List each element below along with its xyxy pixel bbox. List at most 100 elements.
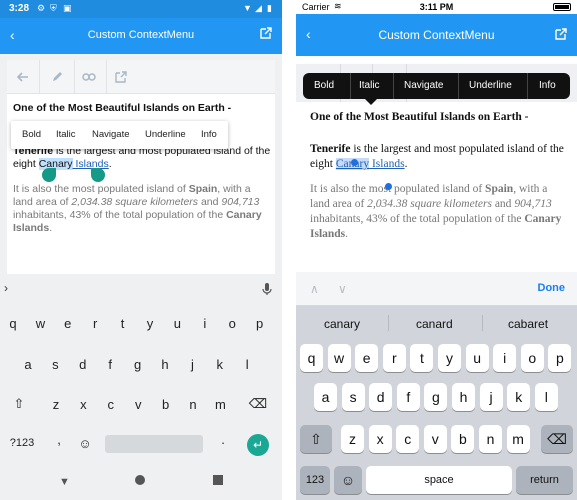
key-h[interactable]: h [155,357,175,372]
return-key[interactable]: return [516,466,573,494]
key-u[interactable]: u [465,344,489,372]
shift-key-icon[interactable]: ⇧ [9,396,29,412]
period-key[interactable]: . [216,432,230,447]
key-w[interactable]: w [327,344,351,372]
key-u[interactable]: u [167,316,187,331]
chevron-up-icon[interactable]: ∧ [310,282,319,296]
key-a[interactable]: a [18,357,38,372]
key-n[interactable]: n [479,425,502,453]
key-l[interactable]: l [534,383,558,411]
shift-key-icon[interactable]: ⇧ [300,425,332,453]
link-icon[interactable] [79,67,99,87]
key-r[interactable]: r [382,344,406,372]
numbers-key[interactable]: 123 [300,466,330,494]
selection-handle-start[interactable] [42,168,56,182]
key-r[interactable]: r [85,316,105,331]
open-external-icon[interactable] [259,26,273,40]
key-c[interactable]: c [101,397,121,412]
key-v[interactable]: v [128,397,148,412]
key-y[interactable]: y [140,316,160,331]
key-f[interactable]: f [396,383,420,411]
menu-item-underline[interactable]: Underline [145,129,186,140]
symbols-key[interactable]: ?123 [5,437,39,449]
emoji-icon[interactable]: ☺ [76,436,94,451]
menu-item-underline[interactable]: Underline [469,80,512,91]
key-b[interactable]: b [451,425,475,453]
key-a[interactable]: a [314,383,337,411]
key-y[interactable]: y [438,344,461,372]
enter-key[interactable]: ↵ [247,434,269,456]
key-e[interactable]: e [355,344,379,372]
key-e[interactable]: e [58,316,78,331]
chevron-down-icon[interactable]: ∨ [338,282,347,296]
open-external-icon[interactable] [554,27,568,41]
selection-handle-end[interactable] [385,183,392,190]
rich-text-editor[interactable]: One of the Most Beautiful Islands on Ear… [7,60,275,274]
menu-item-bold[interactable]: Bold [22,129,41,140]
key-d[interactable]: d [369,383,393,411]
key-z[interactable]: z [341,425,364,453]
key-q[interactable]: q [300,344,323,372]
menu-item-info[interactable]: Info [539,80,556,91]
expand-icon[interactable]: › [4,281,8,295]
key-g[interactable]: g [128,357,148,372]
key-z[interactable]: z [46,397,66,412]
backspace-key-icon[interactable]: ⌫ [248,396,268,412]
space-bar[interactable]: space [366,466,512,494]
key-i[interactable]: i [195,316,215,331]
menu-item-italic[interactable]: Italic [359,80,380,91]
key-x[interactable]: x [368,425,392,453]
key-j[interactable]: j [479,383,503,411]
key-p[interactable]: p [548,344,572,372]
key-i[interactable]: i [493,344,517,372]
menu-item-italic[interactable]: Italic [56,129,76,140]
key-s[interactable]: s [45,357,65,372]
key-k[interactable]: k [507,383,531,411]
key-t[interactable]: t [113,316,133,331]
key-x[interactable]: x [73,397,93,412]
pencil-icon[interactable] [47,67,67,87]
recents-nav-icon[interactable] [213,475,223,485]
key-t[interactable]: t [410,344,434,372]
key-d[interactable]: d [73,357,93,372]
key-m[interactable]: m [210,397,230,412]
key-f[interactable]: f [100,357,120,372]
key-h[interactable]: h [452,383,475,411]
key-w[interactable]: w [30,316,50,331]
selection-handle-start[interactable] [351,159,358,166]
key-o[interactable]: o [520,344,544,372]
menu-item-info[interactable]: Info [201,129,217,140]
space-bar[interactable] [105,435,203,453]
microphone-icon[interactable] [262,282,272,296]
key-k[interactable]: k [210,357,230,372]
key-l[interactable]: l [237,357,257,372]
document-content[interactable]: One of the Most Beautiful Islands on Ear… [310,110,566,242]
back-arrow-icon[interactable] [13,67,33,87]
prediction-2[interactable]: canard [416,317,453,331]
key-p[interactable]: p [250,316,270,331]
key-b[interactable]: b [156,397,176,412]
done-button[interactable]: Done [538,282,566,294]
key-m[interactable]: m [506,425,530,453]
backspace-key-icon[interactable]: ⌫ [541,425,573,453]
menu-item-navigate[interactable]: Navigate [404,80,443,91]
prediction-1[interactable]: canary [324,317,360,331]
menu-item-navigate[interactable]: Navigate [92,129,130,140]
key-g[interactable]: g [424,383,448,411]
key-q[interactable]: q [3,316,23,331]
key-o[interactable]: o [222,316,242,331]
key-n[interactable]: n [183,397,203,412]
emoji-icon[interactable]: ☺ [334,466,362,494]
selection-handle-end[interactable] [91,168,105,182]
key-s[interactable]: s [341,383,365,411]
key-j[interactable]: j [182,357,202,372]
prediction-3[interactable]: cabaret [508,317,548,331]
open-external-icon[interactable] [111,67,131,87]
hyperlink[interactable]: Islands [369,158,405,170]
menu-item-bold[interactable]: Bold [314,80,334,91]
back-nav-icon[interactable]: ▼ [59,476,70,488]
home-nav-icon[interactable] [135,475,145,485]
key-v[interactable]: v [423,425,447,453]
comma-key[interactable]: , [52,432,66,447]
key-c[interactable]: c [396,425,420,453]
